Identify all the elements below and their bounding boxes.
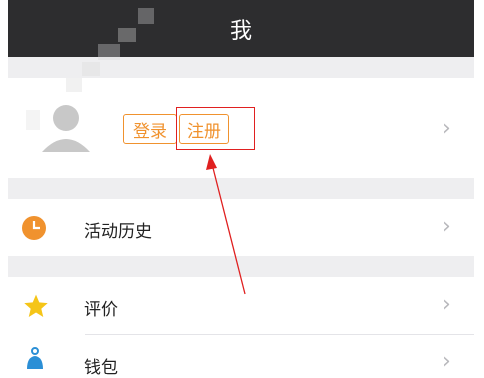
annotation-arrow [206,154,246,295]
